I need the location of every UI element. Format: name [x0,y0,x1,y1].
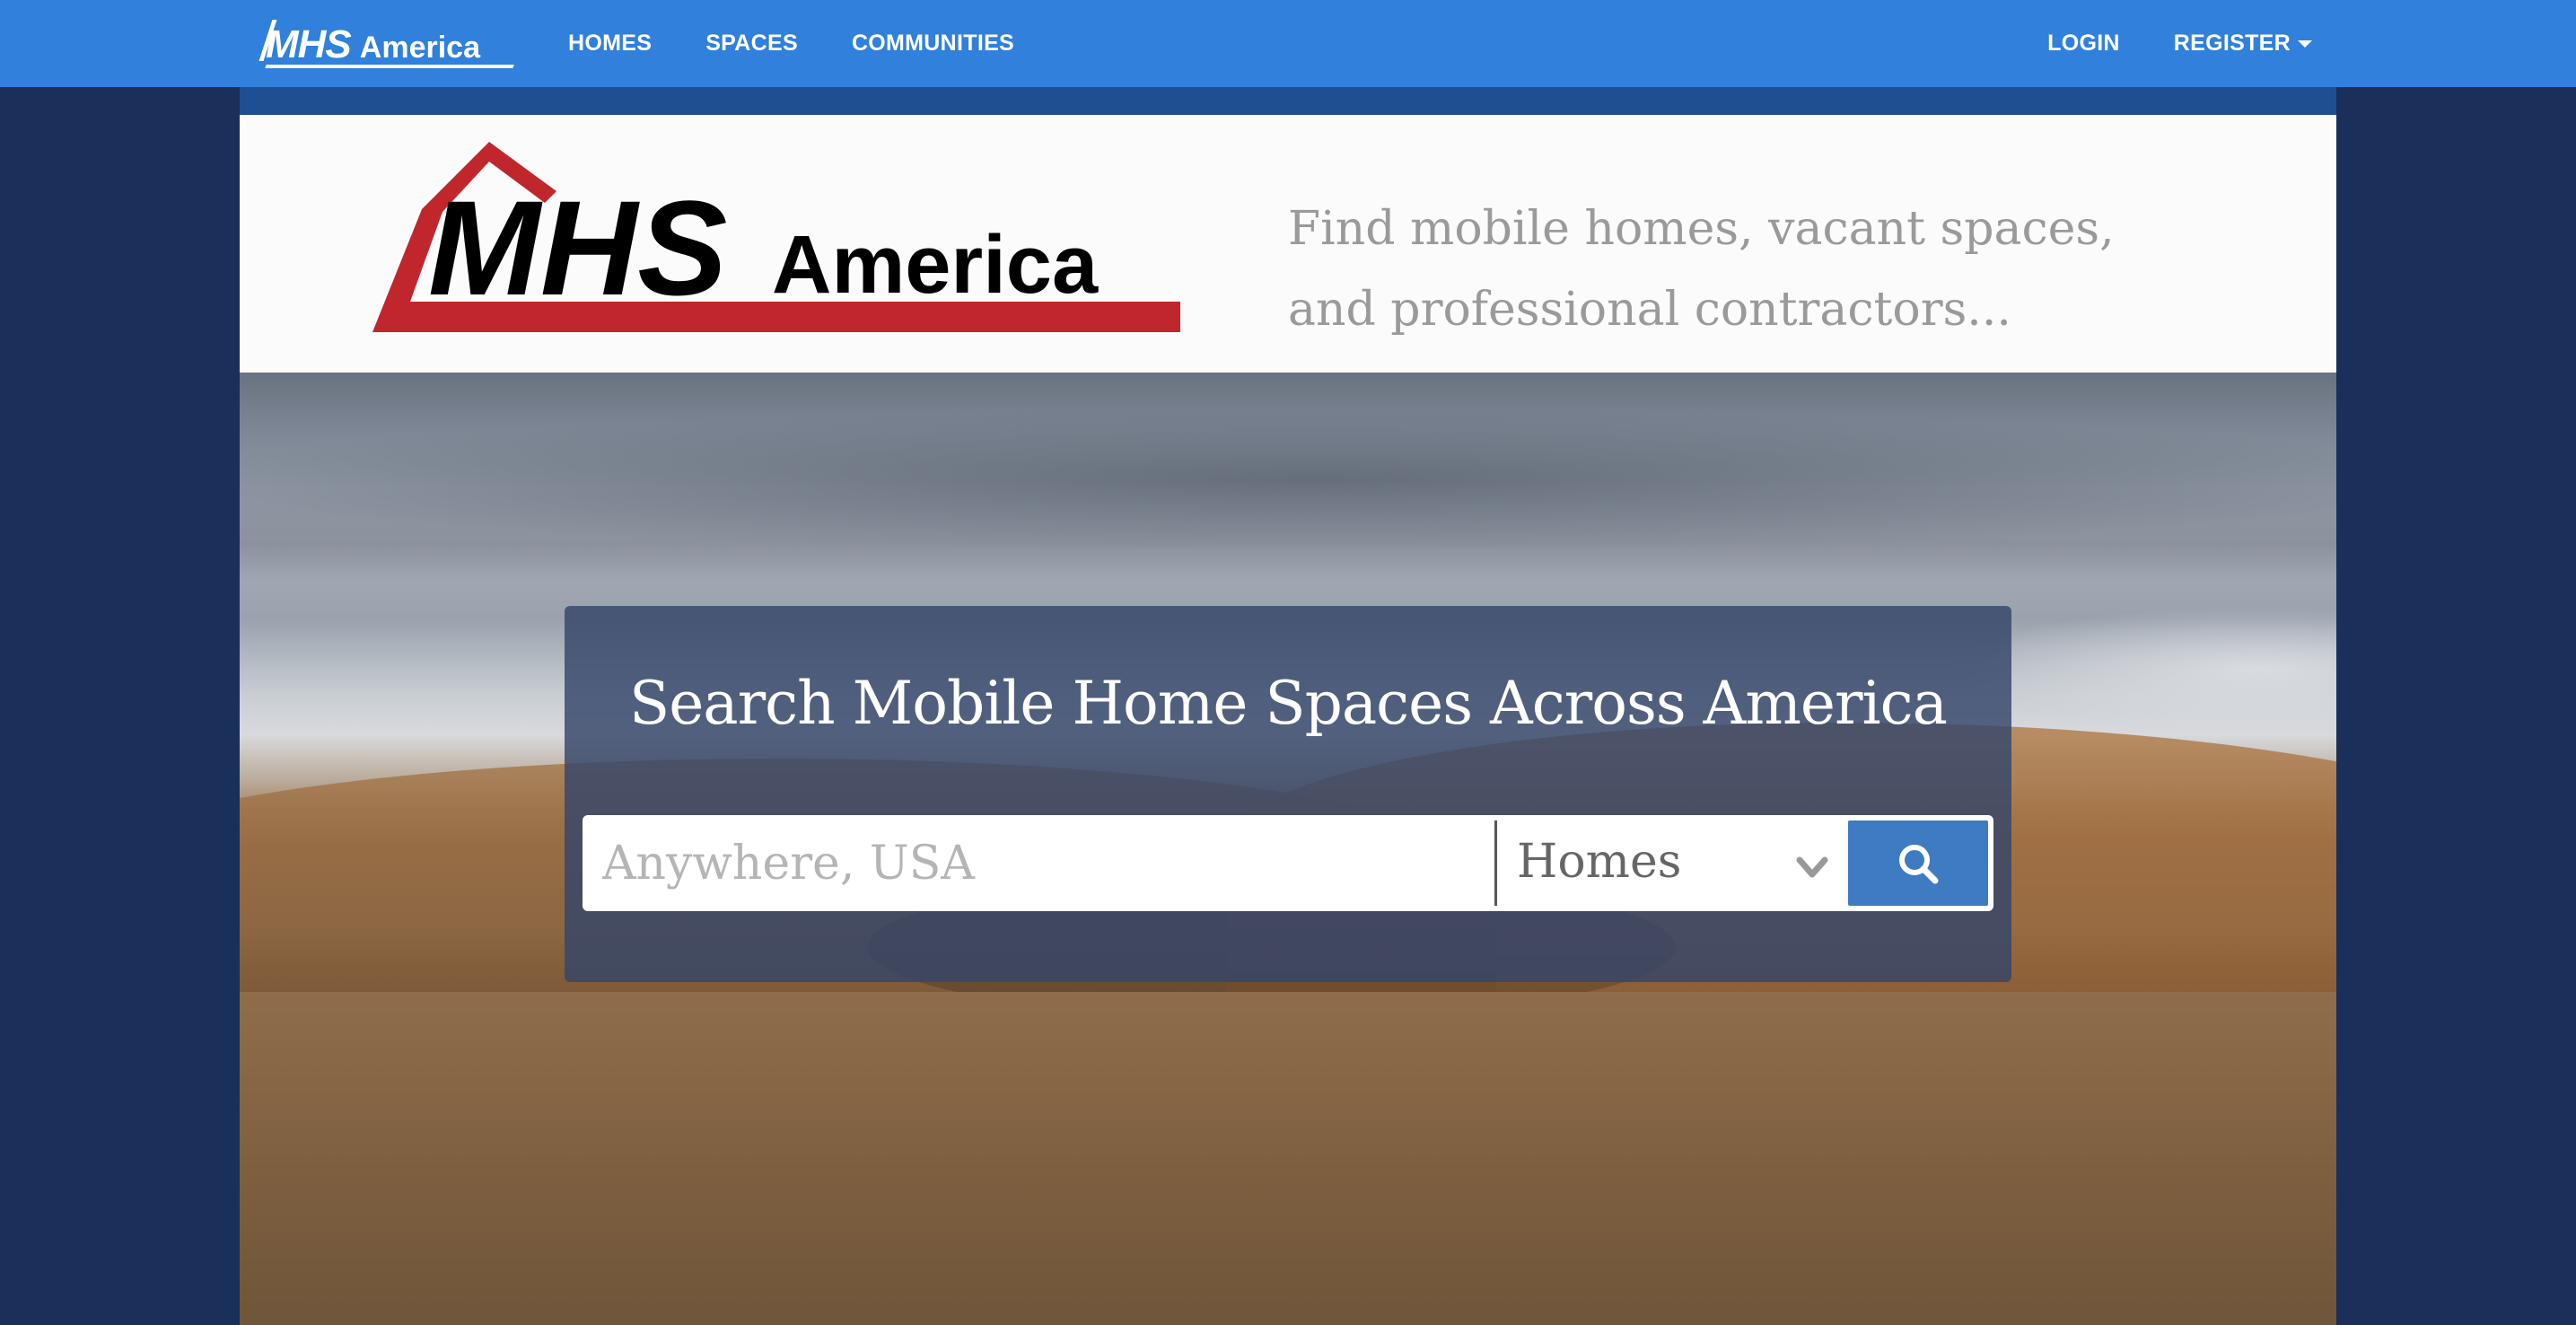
main-container: MHS America Find mobile homes, vacant sp… [240,87,2336,1325]
logo-underline [265,65,514,68]
hero-cloud [240,408,2336,552]
search-button[interactable] [1848,820,1988,906]
register-label: REGISTER [2173,31,2291,56]
nav-brand-america: America [359,31,480,65]
logo-america-text: America [772,219,1099,311]
nav-account-links: LOGIN REGISTER [1993,0,2312,87]
logo-mhs-text: MHS [428,172,727,323]
hero-plain [240,992,2336,1325]
search-title: Search Mobile Home Spaces Across America [629,669,1948,738]
top-navbar: MHS America HOMES SPACES COMMUNITIES LOG… [0,0,2576,87]
tagline-line-1: Find mobile homes, vacant spaces, [1288,202,2115,256]
nav-link-communities[interactable]: COMMUNITIES [852,31,1014,57]
chevron-down-icon [1796,856,1828,878]
location-search-input[interactable] [583,815,1494,911]
nav-brand-logo[interactable]: MHS America [258,20,514,68]
register-dropdown[interactable]: REGISTER [2174,31,2312,57]
mhs-america-logo[interactable]: MHS America [372,142,1180,339]
hero-landscape-image: Search Mobile Home Spaces Across America… [240,373,2336,1325]
nav-links: HOMES SPACES COMMUNITIES [568,0,1068,87]
tagline: Find mobile homes, vacant spaces, and pr… [1288,189,2186,350]
header-band: MHS America Find mobile homes, vacant sp… [240,115,2336,373]
listing-type-value: Homes [1517,835,1682,889]
tagline-line-2: and professional contractors... [1288,283,2011,337]
listing-type-select[interactable]: Homes [1497,815,1848,911]
nav-link-homes[interactable]: HOMES [568,31,652,57]
search-icon [1899,844,1939,883]
caret-down-icon [2298,40,2312,48]
nav-link-spaces[interactable]: SPACES [705,31,798,57]
search-bar: Homes [583,815,1993,911]
search-panel: Search Mobile Home Spaces Across America… [565,606,2011,982]
nav-brand-mhs: MHS [266,22,352,66]
login-link[interactable]: LOGIN [2047,31,2120,57]
